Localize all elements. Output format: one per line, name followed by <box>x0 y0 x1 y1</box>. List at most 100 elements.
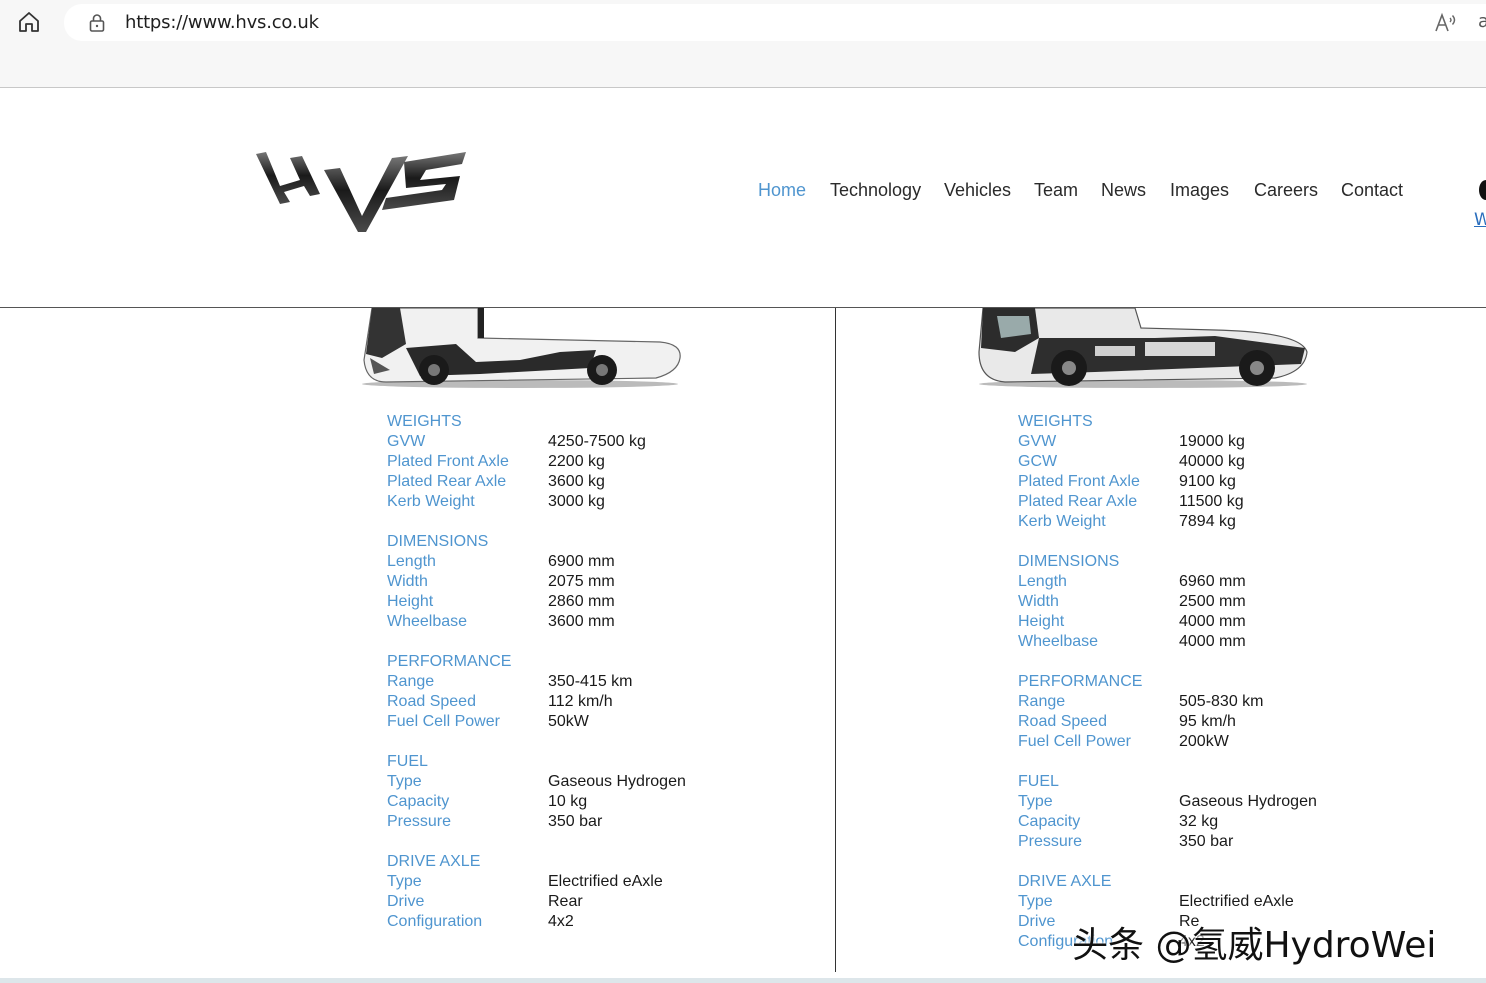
spec-row: Road Speed 112 km/h <box>387 692 613 712</box>
spec-section-title: FUEL <box>387 753 428 770</box>
spec-value: 350 bar <box>548 813 603 830</box>
spec-row: Kerb Weight 3000 kg <box>387 492 605 512</box>
spec-value: 4000 mm <box>1179 613 1246 630</box>
spec-row: Road Speed 95 km/h <box>1018 712 1236 732</box>
spec-label: Kerb Weight <box>1018 513 1106 530</box>
spec-value: 2075 mm <box>548 573 615 590</box>
hvs-logo[interactable] <box>254 150 468 234</box>
spec-row: Type Electrified eAxle <box>1018 892 1294 912</box>
spec-label: Width <box>387 573 428 590</box>
nav-home[interactable]: Home <box>758 180 806 201</box>
spec-label: Width <box>1018 593 1059 610</box>
spec-value: 9100 kg <box>1179 473 1236 490</box>
spec-row: Wheelbase 4000 mm <box>1018 632 1246 652</box>
spec-label: Road Speed <box>1018 713 1107 730</box>
spec-label: Pressure <box>387 813 452 830</box>
spec-label: Kerb Weight <box>387 493 475 510</box>
spec-label: Wheelbase <box>1018 633 1099 650</box>
spec-value: Electrified eAxle <box>1179 893 1294 910</box>
nav-news[interactable]: News <box>1101 180 1146 201</box>
spec-row: Pressure 350 bar <box>1018 832 1233 852</box>
spec-section-title: FUEL <box>1018 773 1059 790</box>
nav-images[interactable]: Images <box>1170 180 1229 201</box>
spec-label: Wheelbase <box>387 613 468 630</box>
spec-label: GCW <box>1018 453 1058 470</box>
spec-label: Type <box>1018 793 1053 810</box>
spec-label: Road Speed <box>387 693 476 710</box>
spec-row: Width 2500 mm <box>1018 592 1246 612</box>
spec-section-title: DRIVE AXLE <box>387 853 481 870</box>
spec-row: Length 6960 mm <box>1018 572 1246 592</box>
nav-vehicles[interactable]: Vehicles <box>944 180 1011 201</box>
spec-label: Height <box>1018 613 1065 630</box>
spec-value: Gaseous Hydrogen <box>1179 793 1317 810</box>
nav-contact[interactable]: Contact <box>1341 180 1403 201</box>
spec-value: 3600 mm <box>548 613 615 630</box>
spec-label: Fuel Cell Power <box>387 713 500 730</box>
spec-row: GCW 40000 kg <box>1018 452 1245 472</box>
spec-value: 7894 kg <box>1179 513 1236 530</box>
spec-value: 112 km/h <box>548 693 613 710</box>
spec-value: 2200 kg <box>548 453 605 470</box>
spec-row: GVW 4250-7500 kg <box>387 432 646 452</box>
spec-label: Range <box>1018 693 1066 710</box>
page-bottom-strip <box>0 978 1486 983</box>
spec-label: Drive <box>387 893 425 910</box>
spec-value: 4000 mm <box>1179 633 1246 650</box>
spec-label: Fuel Cell Power <box>1018 733 1131 750</box>
site-header: Home Technology Vehicles Team News Image… <box>0 88 1486 308</box>
nav-technology[interactable]: Technology <box>830 180 921 201</box>
edge-link[interactable]: W <box>1474 210 1486 230</box>
spec-value: 19000 kg <box>1179 433 1245 450</box>
toolbar-overflow-text[interactable]: a <box>1478 11 1486 32</box>
spec-value: 4x2 <box>548 913 574 930</box>
spec-label: GVW <box>1018 433 1057 450</box>
spec-section-title: PERFORMANCE <box>1018 673 1143 690</box>
address-bar[interactable]: https://www.hvs.co.uk a <box>64 4 1486 41</box>
spec-row: Plated Front Axle 9100 kg <box>1018 472 1236 492</box>
spec-value: 2500 mm <box>1179 593 1246 610</box>
read-aloud-icon[interactable] <box>1434 12 1458 34</box>
spec-value: 95 km/h <box>1179 713 1236 730</box>
spec-value: 350 bar <box>1179 833 1234 850</box>
spec-section-title: DIMENSIONS <box>1018 553 1120 570</box>
nav-team[interactable]: Team <box>1034 180 1078 201</box>
spec-row: Length 6900 mm <box>387 552 615 572</box>
right-vehicle-image <box>975 307 1311 394</box>
nav-careers[interactable]: Careers <box>1254 180 1318 201</box>
spec-row: Type Gaseous Hydrogen <box>1018 792 1317 812</box>
spec-value: Gaseous Hydrogen <box>548 773 686 790</box>
spec-row: Kerb Weight 7894 kg <box>1018 512 1236 532</box>
spec-row: Range 350-415 km <box>387 672 633 692</box>
lock-icon[interactable] <box>88 13 106 33</box>
browser-toolbar: https://www.hvs.co.uk a <box>0 0 1486 88</box>
spec-row: Type Electrified eAxle <box>387 872 663 892</box>
spec-value: 350-415 km <box>548 673 633 690</box>
spec-label: Length <box>387 553 436 570</box>
spec-row: GVW 19000 kg <box>1018 432 1245 452</box>
spec-row: Width 2075 mm <box>387 572 615 592</box>
spec-label: Capacity <box>1018 813 1081 830</box>
home-icon[interactable] <box>16 9 42 35</box>
social-icon[interactable] <box>1479 180 1486 200</box>
spec-value: 3000 kg <box>548 493 605 510</box>
spec-section-title: DRIVE AXLE <box>1018 873 1112 890</box>
spec-value: 200kW <box>1179 733 1229 750</box>
spec-value: 50kW <box>548 713 589 730</box>
spec-label: Plated Front Axle <box>1018 473 1140 490</box>
spec-label: Range <box>387 673 435 690</box>
spec-row: Configuration 4x2 <box>387 912 574 932</box>
spec-section-title: WEIGHTS <box>1018 413 1093 430</box>
column-divider <box>835 308 836 972</box>
spec-section-title: PERFORMANCE <box>387 653 512 670</box>
url-text[interactable]: https://www.hvs.co.uk <box>125 12 319 33</box>
spec-value: 6900 mm <box>548 553 615 570</box>
spec-row: Type Gaseous Hydrogen <box>387 772 686 792</box>
spec-label: Configuration <box>387 913 483 930</box>
